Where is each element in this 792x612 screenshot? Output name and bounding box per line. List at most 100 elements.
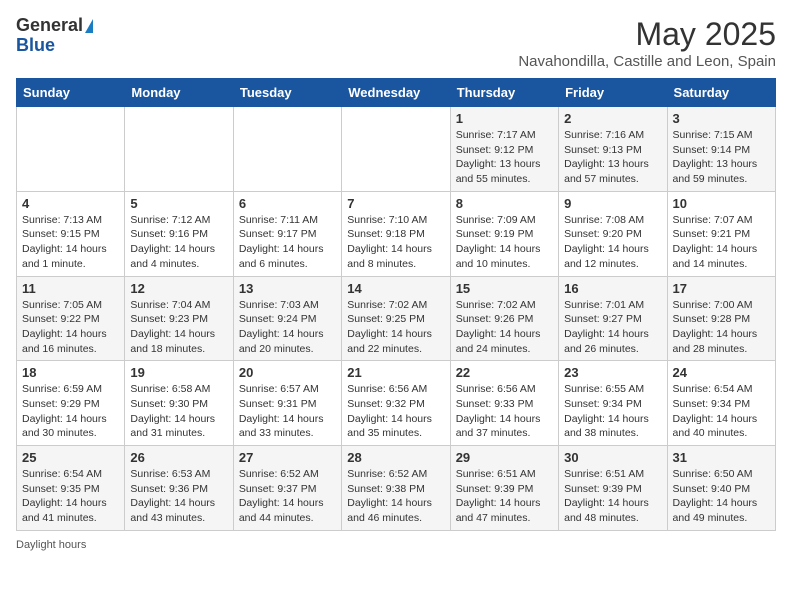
footer: Daylight hours <box>16 539 776 551</box>
day-info: Sunrise: 7:01 AMSunset: 9:27 PMDaylight:… <box>564 298 661 357</box>
day-number: 1 <box>456 111 553 126</box>
day-number: 12 <box>130 281 227 296</box>
day-number: 8 <box>456 196 553 211</box>
day-info: Sunrise: 7:16 AMSunset: 9:13 PMDaylight:… <box>564 128 661 187</box>
day-info: Sunrise: 6:56 AMSunset: 9:32 PMDaylight:… <box>347 382 444 441</box>
calendar-cell: 27 Sunrise: 6:52 AMSunset: 9:37 PMDayligh… <box>233 446 341 531</box>
day-info: Sunrise: 6:59 AMSunset: 9:29 PMDaylight:… <box>22 382 119 441</box>
day-info: Sunrise: 6:51 AMSunset: 9:39 PMDaylight:… <box>564 467 661 526</box>
calendar-cell: 7 Sunrise: 7:10 AMSunset: 9:18 PMDaylight… <box>342 191 450 276</box>
calendar-week-row: 11 Sunrise: 7:05 AMSunset: 9:22 PMDayligh… <box>17 276 776 361</box>
calendar-cell: 11 Sunrise: 7:05 AMSunset: 9:22 PMDayligh… <box>17 276 125 361</box>
calendar-header-row: SundayMondayTuesdayWednesdayThursdayFrid… <box>17 79 776 107</box>
calendar-header-tuesday: Tuesday <box>233 79 341 107</box>
day-number: 28 <box>347 450 444 465</box>
calendar-week-row: 1 Sunrise: 7:17 AMSunset: 9:12 PMDaylight… <box>17 107 776 192</box>
day-info: Sunrise: 7:12 AMSunset: 9:16 PMDaylight:… <box>130 213 227 272</box>
day-info: Sunrise: 6:58 AMSunset: 9:30 PMDaylight:… <box>130 382 227 441</box>
calendar-cell: 5 Sunrise: 7:12 AMSunset: 9:16 PMDaylight… <box>125 191 233 276</box>
day-number: 2 <box>564 111 661 126</box>
calendar-cell: 31 Sunrise: 6:50 AMSunset: 9:40 PMDayligh… <box>667 446 775 531</box>
day-number: 4 <box>22 196 119 211</box>
calendar-cell: 20Sunrise: 6:57 AMSunset: 9:31 PMDayligh… <box>233 361 341 446</box>
calendar-header-monday: Monday <box>125 79 233 107</box>
calendar-cell: 8 Sunrise: 7:09 AMSunset: 9:19 PMDaylight… <box>450 191 558 276</box>
day-info: Sunrise: 7:02 AMSunset: 9:25 PMDaylight:… <box>347 298 444 357</box>
day-number: 20 <box>239 365 336 380</box>
day-number: 14 <box>347 281 444 296</box>
day-info: Sunrise: 7:05 AMSunset: 9:22 PMDaylight:… <box>22 298 119 357</box>
day-number: 5 <box>130 196 227 211</box>
logo: General Blue <box>16 16 93 56</box>
calendar-header-wednesday: Wednesday <box>342 79 450 107</box>
day-info: Sunrise: 6:54 AMSunset: 9:35 PMDaylight:… <box>22 467 119 526</box>
calendar-cell: 9Sunrise: 7:08 AMSunset: 9:20 PMDaylight… <box>559 191 667 276</box>
calendar-cell: 16Sunrise: 7:01 AMSunset: 9:27 PMDayligh… <box>559 276 667 361</box>
day-info: Sunrise: 6:54 AMSunset: 9:34 PMDaylight:… <box>673 382 770 441</box>
calendar-cell: 22Sunrise: 6:56 AMSunset: 9:33 PMDayligh… <box>450 361 558 446</box>
day-number: 17 <box>673 281 770 296</box>
day-number: 26 <box>130 450 227 465</box>
day-number: 21 <box>347 365 444 380</box>
day-info: Sunrise: 6:50 AMSunset: 9:40 PMDaylight:… <box>673 467 770 526</box>
footer-label: Daylight hours <box>16 539 86 551</box>
calendar-cell: 17 Sunrise: 7:00 AMSunset: 9:28 PMDayligh… <box>667 276 775 361</box>
day-number: 25 <box>22 450 119 465</box>
calendar-cell <box>342 107 450 192</box>
calendar-week-row: 18 Sunrise: 6:59 AMSunset: 9:29 PMDayligh… <box>17 361 776 446</box>
calendar-cell: 25 Sunrise: 6:54 AMSunset: 9:35 PMDayligh… <box>17 446 125 531</box>
logo-icon <box>85 19 93 33</box>
day-info: Sunrise: 7:03 AMSunset: 9:24 PMDaylight:… <box>239 298 336 357</box>
calendar-cell <box>233 107 341 192</box>
location-title: Navahondilla, Castille and Leon, Spain <box>518 53 776 70</box>
day-number: 22 <box>456 365 553 380</box>
calendar-cell: 6Sunrise: 7:11 AMSunset: 9:17 PMDaylight… <box>233 191 341 276</box>
day-number: 23 <box>564 365 661 380</box>
day-number: 29 <box>456 450 553 465</box>
day-info: Sunrise: 7:00 AMSunset: 9:28 PMDaylight:… <box>673 298 770 357</box>
title-block: May 2025 Navahondilla, Castille and Leon… <box>518 16 776 70</box>
logo-general: General <box>16 15 83 35</box>
calendar-cell: 30 Sunrise: 6:51 AMSunset: 9:39 PMDayligh… <box>559 446 667 531</box>
calendar-header-sunday: Sunday <box>17 79 125 107</box>
calendar-cell: 18 Sunrise: 6:59 AMSunset: 9:29 PMDayligh… <box>17 361 125 446</box>
day-number: 30 <box>564 450 661 465</box>
calendar-cell: 21 Sunrise: 6:56 AMSunset: 9:32 PMDayligh… <box>342 361 450 446</box>
calendar-cell: 1 Sunrise: 7:17 AMSunset: 9:12 PMDaylight… <box>450 107 558 192</box>
day-number: 15 <box>456 281 553 296</box>
day-number: 11 <box>22 281 119 296</box>
calendar-cell: 10Sunrise: 7:07 AMSunset: 9:21 PMDayligh… <box>667 191 775 276</box>
calendar-cell: 29 Sunrise: 6:51 AMSunset: 9:39 PMDayligh… <box>450 446 558 531</box>
calendar-cell: 23 Sunrise: 6:55 AMSunset: 9:34 PMDayligh… <box>559 361 667 446</box>
day-info: Sunrise: 7:10 AMSunset: 9:18 PMDaylight:… <box>347 213 444 272</box>
calendar-cell: 2 Sunrise: 7:16 AMSunset: 9:13 PMDaylight… <box>559 107 667 192</box>
calendar-header-saturday: Saturday <box>667 79 775 107</box>
day-number: 31 <box>673 450 770 465</box>
day-info: Sunrise: 6:52 AMSunset: 9:38 PMDaylight:… <box>347 467 444 526</box>
calendar-cell: 3Sunrise: 7:15 AMSunset: 9:14 PMDaylight… <box>667 107 775 192</box>
logo-blue: Blue <box>16 36 93 56</box>
calendar-cell: 24 Sunrise: 6:54 AMSunset: 9:34 PMDayligh… <box>667 361 775 446</box>
calendar-table: SundayMondayTuesdayWednesdayThursdayFrid… <box>16 78 776 531</box>
day-number: 9 <box>564 196 661 211</box>
calendar-week-row: 25 Sunrise: 6:54 AMSunset: 9:35 PMDayligh… <box>17 446 776 531</box>
calendar-cell: 14 Sunrise: 7:02 AMSunset: 9:25 PMDayligh… <box>342 276 450 361</box>
day-number: 18 <box>22 365 119 380</box>
day-info: Sunrise: 7:09 AMSunset: 9:19 PMDaylight:… <box>456 213 553 272</box>
calendar-cell <box>17 107 125 192</box>
day-number: 7 <box>347 196 444 211</box>
day-info: Sunrise: 6:51 AMSunset: 9:39 PMDaylight:… <box>456 467 553 526</box>
day-info: Sunrise: 7:11 AMSunset: 9:17 PMDaylight:… <box>239 213 336 272</box>
calendar-week-row: 4Sunrise: 7:13 AMSunset: 9:15 PMDaylight… <box>17 191 776 276</box>
calendar-cell: 12 Sunrise: 7:04 AMSunset: 9:23 PMDayligh… <box>125 276 233 361</box>
day-number: 24 <box>673 365 770 380</box>
calendar-header-thursday: Thursday <box>450 79 558 107</box>
day-number: 27 <box>239 450 336 465</box>
calendar-cell: 15 Sunrise: 7:02 AMSunset: 9:26 PMDayligh… <box>450 276 558 361</box>
day-info: Sunrise: 7:17 AMSunset: 9:12 PMDaylight:… <box>456 128 553 187</box>
day-info: Sunrise: 6:55 AMSunset: 9:34 PMDaylight:… <box>564 382 661 441</box>
day-info: Sunrise: 6:53 AMSunset: 9:36 PMDaylight:… <box>130 467 227 526</box>
day-info: Sunrise: 6:52 AMSunset: 9:37 PMDaylight:… <box>239 467 336 526</box>
day-info: Sunrise: 7:04 AMSunset: 9:23 PMDaylight:… <box>130 298 227 357</box>
day-info: Sunrise: 7:02 AMSunset: 9:26 PMDaylight:… <box>456 298 553 357</box>
